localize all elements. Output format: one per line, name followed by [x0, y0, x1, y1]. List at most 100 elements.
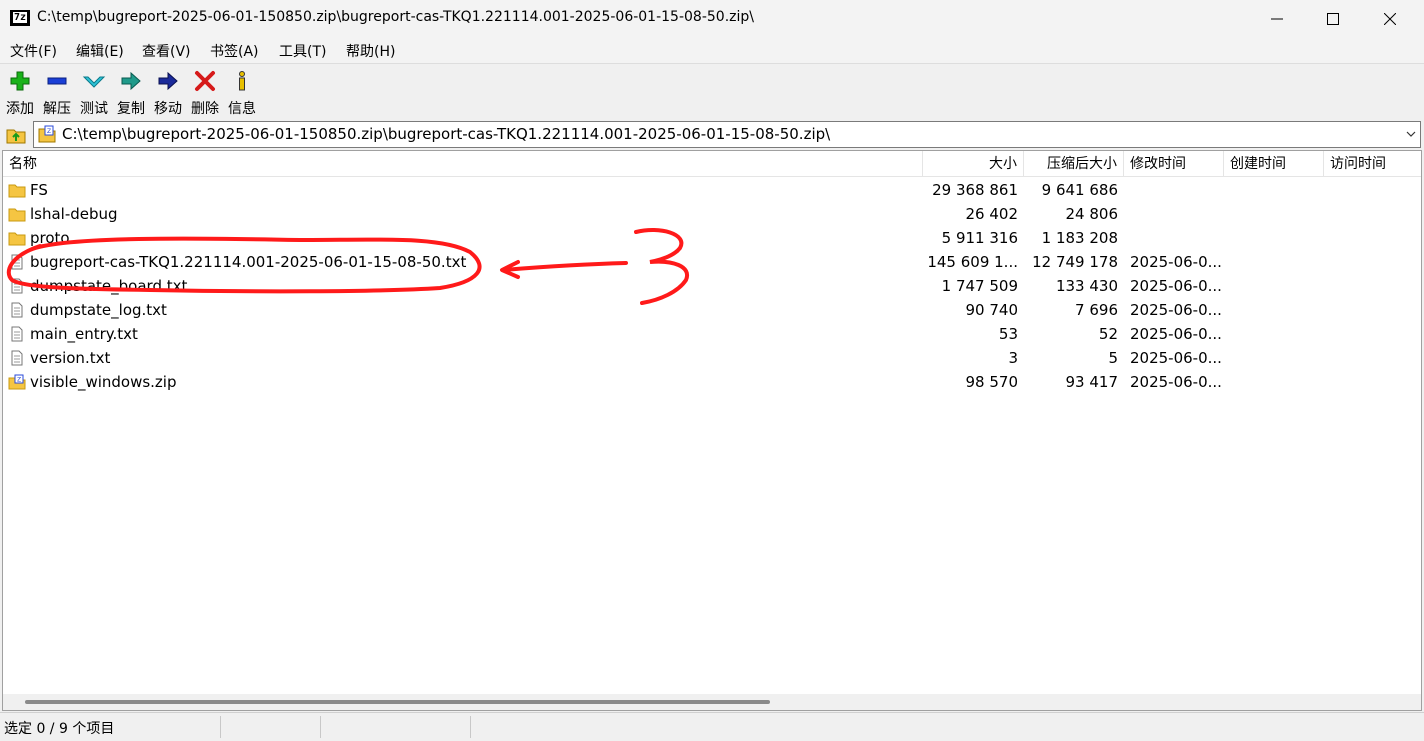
file-packed-size: 7 696 [1075, 301, 1118, 319]
text-file-icon [11, 278, 23, 294]
copy-button[interactable]: 复制 [112, 67, 150, 117]
copy-arrow-icon [121, 71, 141, 91]
file-packed-size: 52 [1098, 325, 1118, 343]
file-name: bugreport-cas-TKQ1.221114.001-2025-06-01… [30, 253, 467, 271]
test-button[interactable]: 测试 [75, 67, 113, 117]
menu-bookmarks[interactable]: 书签(A) [210, 41, 259, 61]
folder-icon [8, 184, 26, 198]
folder-icon [8, 232, 26, 246]
extract-button[interactable]: 解压 [38, 67, 76, 117]
file-size: 1 747 509 [941, 277, 1018, 295]
move-arrow-icon [158, 71, 178, 91]
file-modified: 2025-06-0... [1130, 349, 1222, 367]
file-row[interactable]: dumpstate_log.txt 90 740 7 696 2025-06-0... [3, 298, 1421, 322]
file-modified: 2025-06-0... [1130, 277, 1222, 295]
address-bar: Z C:\temp\bugreport-2025-06-01-150850.zi… [0, 119, 1424, 149]
file-packed-size: 1 183 208 [1041, 229, 1118, 247]
status-bar: 选定 0 / 9 个项目 [0, 712, 1424, 741]
archive-window: 7z C:\temp\bugreport-2025-06-01-150850.z… [0, 0, 1424, 741]
file-size: 53 [998, 325, 1018, 343]
title-bar[interactable]: 7z C:\temp\bugreport-2025-06-01-150850.z… [0, 0, 1424, 38]
scrollbar-thumb[interactable] [25, 700, 770, 704]
menu-view[interactable]: 查看(V) [142, 41, 191, 61]
file-row[interactable]: lshal-debug 26 402 24 806 [3, 202, 1421, 226]
file-packed-size: 9 641 686 [1041, 181, 1118, 199]
text-file-icon [11, 350, 23, 366]
status-divider [320, 716, 321, 738]
svg-text:Z: Z [47, 128, 51, 135]
file-packed-size: 5 [1108, 349, 1118, 367]
file-list[interactable]: 名称 大小 压缩后大小 修改时间 创建时间 访问时间 FS 29 368 861 9… [2, 150, 1422, 711]
menu-file[interactable]: 文件(F) [10, 41, 57, 61]
file-name: FS [30, 181, 48, 199]
toolbar: 添加 解压 测试 复制 移动 删除 信息 [0, 63, 1424, 118]
svg-text:Z: Z [17, 377, 21, 384]
file-name: dumpstate_log.txt [30, 301, 167, 319]
file-modified [1130, 226, 1222, 250]
move-button[interactable]: 移动 [149, 67, 187, 117]
menu-help[interactable]: 帮助(H) [346, 41, 395, 61]
minimize-button[interactable] [1249, 0, 1305, 38]
maximize-button[interactable] [1305, 0, 1361, 38]
delete-x-icon [195, 71, 215, 91]
close-icon [1384, 13, 1396, 25]
window-title: C:\temp\bugreport-2025-06-01-150850.zip\… [37, 9, 754, 25]
file-size: 26 402 [965, 205, 1019, 223]
close-button[interactable] [1362, 0, 1418, 38]
folder-icon [8, 208, 26, 222]
minus-icon [47, 77, 67, 85]
path-input[interactable]: Z C:\temp\bugreport-2025-06-01-150850.zi… [33, 121, 1421, 148]
file-packed-size: 133 430 [1055, 277, 1118, 295]
file-row[interactable]: main_entry.txt 53 52 2025-06-0... [3, 322, 1421, 346]
info-button[interactable]: 信息 [223, 67, 261, 117]
file-name: visible_windows.zip [30, 373, 177, 391]
up-folder-icon[interactable] [4, 122, 28, 146]
column-name[interactable]: 名称 [3, 151, 923, 177]
file-size: 145 609 1... [927, 253, 1018, 271]
file-modified: 2025-06-0... [1130, 325, 1222, 343]
text-file-icon [11, 302, 23, 318]
file-size: 98 570 [965, 373, 1019, 391]
file-packed-size: 93 417 [1065, 373, 1119, 391]
file-name: dumpstate_board.txt [30, 277, 188, 295]
minimize-icon [1271, 18, 1283, 20]
status-divider [470, 716, 471, 738]
file-name: lshal-debug [30, 205, 118, 223]
chevron-down-icon[interactable] [1404, 127, 1418, 141]
checkmark-icon [82, 76, 106, 88]
info-icon [239, 71, 245, 91]
path-text: C:\temp\bugreport-2025-06-01-150850.zip\… [62, 125, 831, 143]
file-row[interactable]: version.txt 3 5 2025-06-0... [3, 346, 1421, 370]
column-size[interactable]: 大小 [923, 151, 1024, 177]
menu-bar: 文件(F) 编辑(E) 查看(V) 书签(A) 工具(T) 帮助(H) [0, 38, 1424, 63]
status-divider [220, 716, 221, 738]
file-row[interactable]: proto 5 911 316 1 183 208 [3, 226, 1421, 250]
horizontal-scrollbar[interactable] [3, 694, 1421, 710]
delete-button[interactable]: 删除 [186, 67, 224, 117]
file-row[interactable]: Zvisible_windows.zip 98 570 93 417 2025-06-… [3, 370, 1421, 394]
file-modified: 2025-06-0... [1130, 373, 1222, 391]
file-name: version.txt [30, 349, 111, 367]
file-size: 90 740 [965, 301, 1019, 319]
column-packed-size[interactable]: 压缩后大小 [1024, 151, 1124, 177]
selection-status: 选定 0 / 9 个项目 [4, 721, 115, 737]
file-size: 29 368 861 [932, 181, 1018, 199]
plus-icon [10, 71, 30, 91]
file-modified: 2025-06-0... [1130, 301, 1222, 319]
file-size: 3 [1008, 349, 1018, 367]
text-file-icon [11, 326, 23, 342]
file-row[interactable]: FS 29 368 861 9 641 686 [3, 178, 1421, 202]
file-packed-size: 12 749 178 [1032, 253, 1118, 271]
maximize-icon [1327, 13, 1339, 25]
column-accessed[interactable]: 访问时间 [1324, 151, 1421, 177]
file-size: 5 911 316 [941, 229, 1018, 247]
add-button[interactable]: 添加 [1, 67, 39, 117]
zip-archive-icon: Z [8, 374, 26, 390]
file-row[interactable]: bugreport-cas-TKQ1.221114.001-2025-06-01… [3, 250, 1421, 274]
column-created[interactable]: 创建时间 [1224, 151, 1324, 177]
menu-tools[interactable]: 工具(T) [279, 41, 326, 61]
file-row[interactable]: dumpstate_board.txt 1 747 509 133 430 2025-… [3, 274, 1421, 298]
menu-edit[interactable]: 编辑(E) [76, 41, 124, 61]
column-modified[interactable]: 修改时间 [1124, 151, 1224, 177]
text-file-icon [11, 254, 23, 270]
